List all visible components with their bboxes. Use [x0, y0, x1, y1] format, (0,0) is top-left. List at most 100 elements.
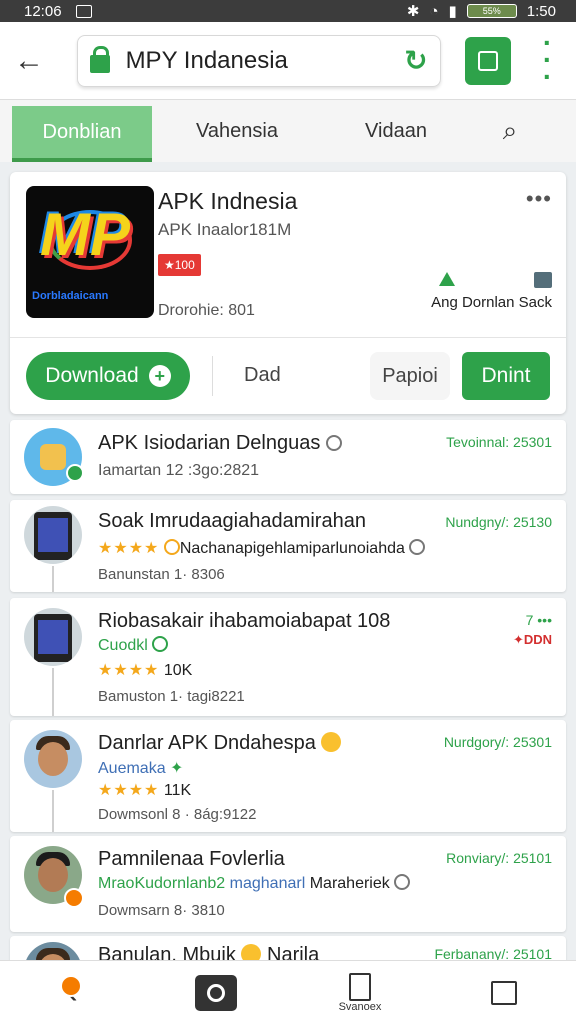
emoji-icon — [163, 539, 180, 555]
item-rating-line: ★★★★ 10K — [98, 660, 192, 680]
item-title-text: Danrlar APK Dndahespa — [98, 732, 316, 754]
status-bar: 12:06 ✱ ◔ ▮ 55% 1:50 — [0, 0, 576, 22]
list-item[interactable]: Pamnilenaa Fovlerlia Ronviary/: 25101 Mr… — [10, 836, 566, 932]
phone-thumbnail — [24, 608, 82, 666]
url-text[interactable]: MPY Indanesia — [126, 47, 405, 75]
subtitle-blue: maghanarl — [229, 875, 306, 892]
side-label: Ang Dornlan Sack — [431, 294, 552, 311]
lock-icon — [89, 45, 110, 73]
app-meta: Drorohie: 801 — [158, 302, 255, 319]
item-description: Nachanapigehlamiparlunoiahda — [179, 540, 405, 557]
smile-icon — [394, 874, 411, 890]
status-time-left: 12:06 — [24, 2, 62, 20]
star-icon: ✦ — [170, 760, 184, 777]
item-date: 7 ••• — [525, 612, 552, 628]
browser-toolbar: ← MPY Indanesia ↻ · · · — [0, 22, 576, 100]
nav-tab-label: Svanoex — [338, 1000, 382, 1013]
back-arrow-icon[interactable]: ← — [14, 44, 57, 78]
list-item[interactable]: Soak Imrudaagiahadamirahan Nundgny/: 251… — [10, 500, 566, 592]
info-icon — [325, 435, 342, 451]
nav-camera-button[interactable] — [176, 963, 256, 1023]
drive-icon — [439, 272, 456, 286]
subtitle-green: MraoKudornlanb2 — [98, 875, 226, 892]
item-subtitle: Cuodkl — [98, 636, 169, 655]
item-title-text: APK Isiodarian Delnguas — [98, 432, 321, 454]
subtitle-rest: Maraheriek — [309, 875, 390, 892]
item-meta: Bamuston 1· tagi8221 — [98, 688, 245, 705]
smile-emoji-icon — [321, 732, 342, 752]
tab-switcher-icon — [477, 50, 498, 71]
app-name: APK Indnesia — [158, 188, 298, 214]
notification-icon — [75, 4, 92, 18]
item-title-text: Pamnilenaa Fovlerlia — [98, 848, 285, 870]
item-subtitle: Auemaka ✦ — [98, 758, 183, 778]
dnint-button[interactable]: Dnint — [462, 352, 550, 400]
document-icon — [349, 972, 371, 1001]
tab-bar: Donblian Vahensia Vidaan ⌕ — [0, 100, 576, 162]
notification-badge-icon — [60, 975, 82, 997]
button-separator — [212, 356, 213, 396]
tab-donblian[interactable]: Donblian — [12, 106, 152, 162]
item-meta: Dowmsonl 8 · 8ág:9122 — [98, 806, 257, 823]
rating-stars: ★★★★ — [98, 540, 160, 557]
item-title: Riobasakair ihabamoiabapat 108 — [98, 610, 391, 632]
battery-icon: 55% — [466, 4, 517, 18]
rating-stars: ★★★★ — [98, 662, 160, 679]
timeline-line — [52, 668, 54, 716]
list-item[interactable]: Danrlar APK Dndahespa Nurdgory/: 25301 A… — [10, 720, 566, 832]
rating-stars: ★★★★ — [98, 782, 160, 799]
item-subtitle-text: Auemaka — [98, 760, 166, 777]
tab-vidaan[interactable]: Vidaan — [322, 100, 470, 162]
item-date: Nundgny/: 25130 — [445, 514, 552, 530]
app-icon-text: Dorbladaicann — [32, 290, 109, 302]
list-item[interactable]: Riobasakair ihabamoiabapat 108 7 ••• ✦DD… — [10, 598, 566, 716]
nav-tabs-button[interactable]: Svanoex — [320, 963, 400, 1023]
item-title: Danrlar APK Dndahespa — [98, 732, 342, 755]
item-title: Pamnilenaa Fovlerlia — [98, 848, 285, 871]
download-button[interactable]: Download + — [26, 352, 190, 400]
app-subtitle: APK Inaalor181M — [158, 220, 292, 239]
verified-badge-icon — [66, 464, 84, 482]
status-time-right: 1:50 — [526, 2, 556, 20]
leaf-icon — [152, 636, 169, 652]
download-label: Download — [45, 364, 139, 387]
item-meta: Banunstan 1· 8306 — [98, 566, 225, 583]
package-icon — [534, 272, 552, 288]
app-icon[interactable]: MP Dorbladaicann — [26, 186, 154, 318]
card-divider — [10, 337, 566, 338]
reload-icon[interactable]: ↻ — [404, 44, 427, 77]
item-date: Tevoinnal: 25301 — [446, 434, 552, 450]
papioi-button[interactable]: Papioi — [370, 352, 450, 400]
smile-icon — [409, 539, 426, 555]
tabs-button[interactable] — [464, 36, 511, 85]
app-card: MP Dorbladaicann APK Indnesia APK Inaalo… — [10, 172, 566, 414]
item-red-badge: ✦DDN — [512, 632, 552, 647]
item-title: APK Isiodarian Delnguas — [98, 432, 342, 455]
item-subtitle: MraoKudornlanb2 maghanarl Maraheriek — [98, 874, 411, 893]
tab-vahensia[interactable]: Vahensia — [152, 100, 322, 162]
search-icon[interactable]: ⌕ — [470, 100, 550, 162]
app-side-info: Ang Dornlan Sack — [431, 272, 552, 311]
signal-icon: ▮ — [448, 3, 457, 20]
item-meta: Dowmsarn 8· 3810 — [98, 902, 225, 919]
list-item[interactable]: APK Isiodarian Delnguas Tevoinnal: 25301… — [10, 420, 566, 494]
notification-badge-icon — [64, 888, 84, 908]
bluetooth-icon: ✱ — [406, 3, 420, 20]
camera-icon — [195, 974, 237, 1011]
item-subtitle: Iamartan 12 :3go:2821 — [98, 462, 260, 479]
wifi-icon: ◔ — [429, 2, 439, 20]
plus-icon: + — [148, 365, 171, 387]
item-rating-line: ★★★★ 11K — [98, 780, 191, 800]
item-rating-line: ★★★★ Nachanapigehlamiparlunoiahda — [98, 538, 426, 558]
dad-button[interactable]: Dad — [244, 364, 281, 387]
nav-edit-button[interactable] — [464, 963, 544, 1023]
rating-count: 11K — [163, 782, 192, 799]
edit-icon — [491, 980, 517, 1005]
address-bar[interactable]: MPY Indanesia ↻ — [76, 34, 441, 87]
item-subtitle-text: Cuodkl — [98, 637, 148, 654]
overflow-menu-icon[interactable]: · · · — [533, 29, 562, 91]
rating-count: 10K — [163, 662, 193, 679]
more-options-icon[interactable]: ••• — [526, 186, 552, 212]
phone-thumbnail — [24, 506, 82, 564]
item-date: Nurdgory/: 25301 — [443, 734, 552, 750]
